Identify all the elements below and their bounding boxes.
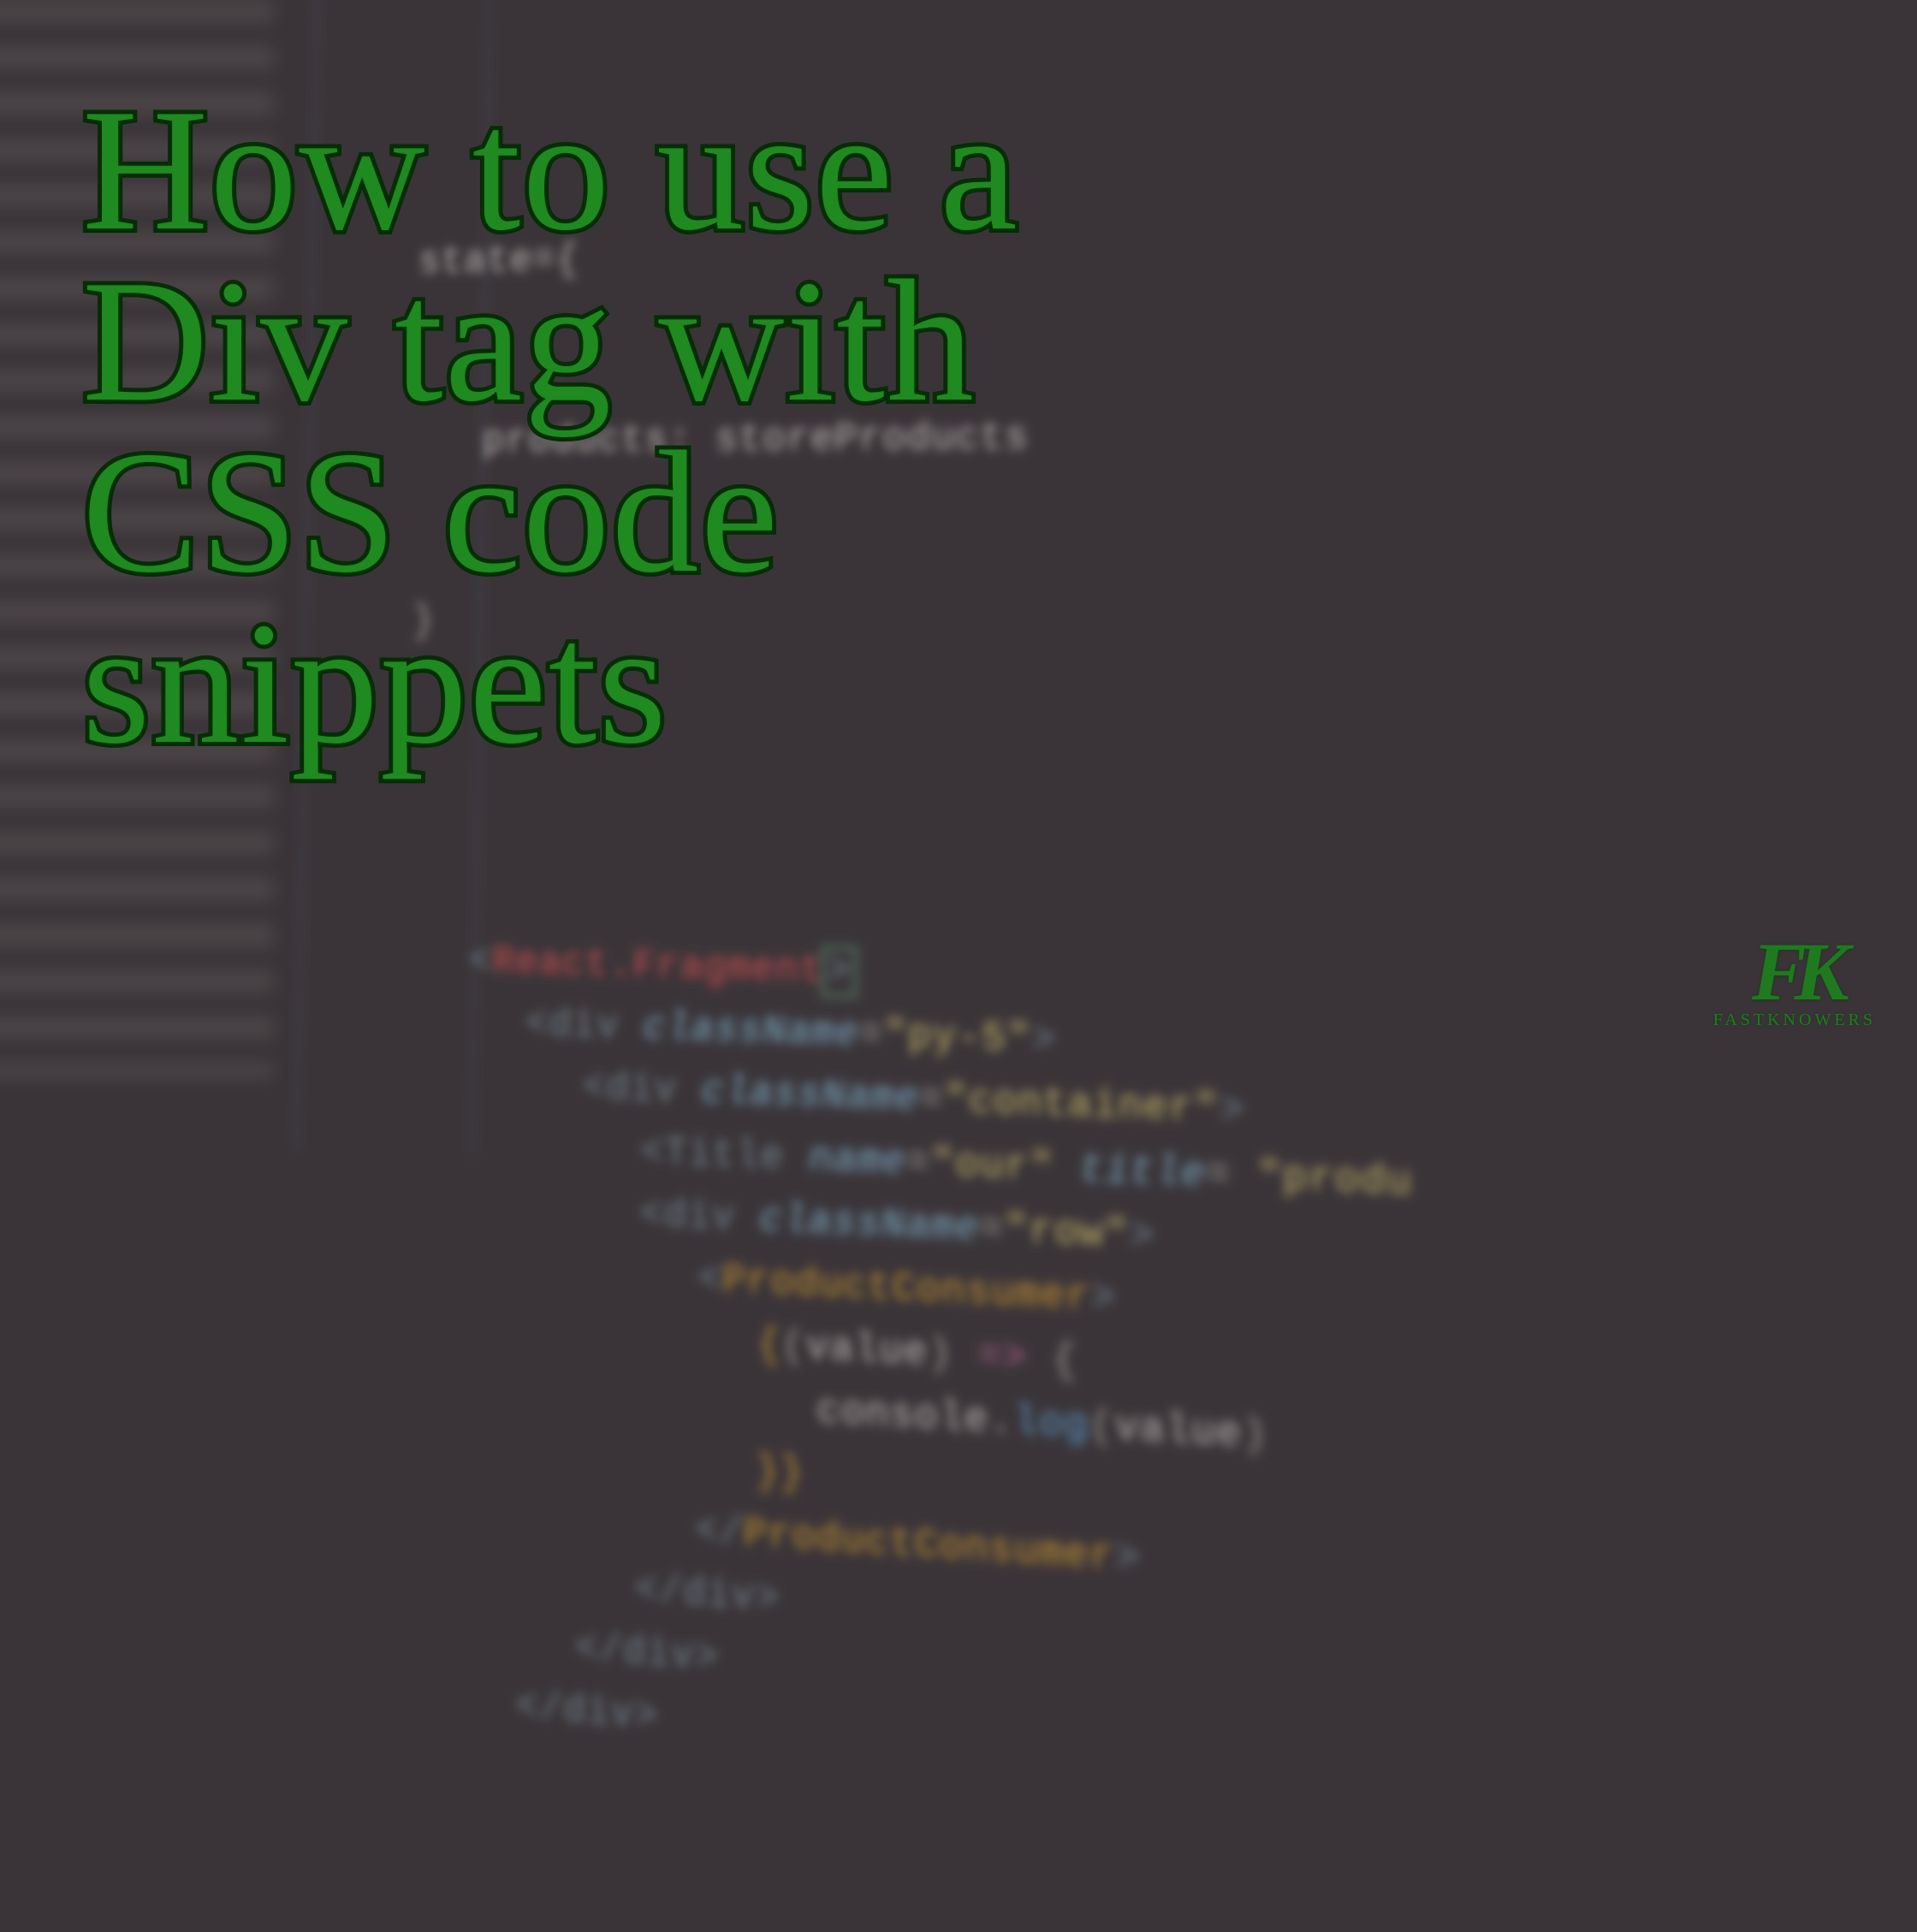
code-token: = xyxy=(979,1206,1004,1253)
code-token: "container" xyxy=(944,1078,1220,1135)
code-token: <div xyxy=(639,1192,759,1243)
title-line: How to use a xyxy=(82,86,1814,257)
code-token: { xyxy=(1027,1336,1077,1385)
watermark-logo: FK FASTKNOWERS xyxy=(1713,939,1876,1030)
code-token: "our" xyxy=(930,1141,1054,1192)
code-token: < xyxy=(698,1256,723,1303)
code-token: ( xyxy=(781,1324,806,1372)
code-token: className xyxy=(701,1070,919,1123)
code-token: = xyxy=(905,1140,930,1187)
code-token: > xyxy=(823,949,855,996)
code-token: className xyxy=(643,1005,859,1058)
article-title: How to use a Div tag with CSS code snipp… xyxy=(82,86,1814,770)
code-token: => xyxy=(977,1333,1028,1383)
code-token: "produ xyxy=(1257,1153,1413,1207)
code-token: <div xyxy=(583,1065,702,1115)
title-line: Div tag with xyxy=(82,257,1814,428)
code-token: }} xyxy=(756,1449,804,1498)
code-token: <Title xyxy=(640,1129,809,1182)
code-token: </div> xyxy=(515,1684,658,1741)
code-token: > xyxy=(1114,1534,1140,1584)
watermark-name: FASTKNOWERS xyxy=(1713,1010,1876,1030)
code-token: ( xyxy=(1089,1403,1114,1452)
code-token: <div xyxy=(525,1002,644,1051)
code-token: ProductConsumer xyxy=(722,1258,1091,1322)
code-token: name xyxy=(808,1135,905,1186)
code-token: value xyxy=(805,1325,929,1378)
code-token: . xyxy=(988,1398,1014,1447)
code-token: { xyxy=(757,1322,781,1369)
code-token: title xyxy=(1079,1147,1206,1199)
code-token: > xyxy=(1031,1017,1056,1064)
code-token: </ xyxy=(695,1508,744,1557)
code-token: ) xyxy=(928,1330,977,1380)
code-token xyxy=(1054,1146,1080,1194)
code-token: className xyxy=(759,1196,979,1252)
code-token: </div> xyxy=(635,1567,780,1623)
code-token: log xyxy=(1013,1399,1089,1450)
code-token: = xyxy=(859,1012,884,1059)
code-token: console xyxy=(816,1389,989,1445)
watermark-initials: FK xyxy=(1713,939,1876,1005)
code-token: </div> xyxy=(575,1626,719,1682)
code-token: > xyxy=(1220,1087,1245,1135)
code-token: > xyxy=(1130,1212,1155,1260)
code-token: < xyxy=(469,939,493,985)
title-line: CSS code xyxy=(82,428,1814,599)
code-token: value xyxy=(1114,1405,1242,1460)
code-token: "row" xyxy=(1004,1207,1130,1259)
title-line: snippets xyxy=(82,599,1814,770)
code-token: = xyxy=(1206,1151,1257,1200)
code-token: = xyxy=(919,1077,944,1124)
code-token: "py-5" xyxy=(883,1013,1031,1064)
code-token: ) xyxy=(1242,1412,1267,1461)
code-token: React.Fragment xyxy=(492,939,824,994)
code-token: > xyxy=(1090,1275,1116,1323)
